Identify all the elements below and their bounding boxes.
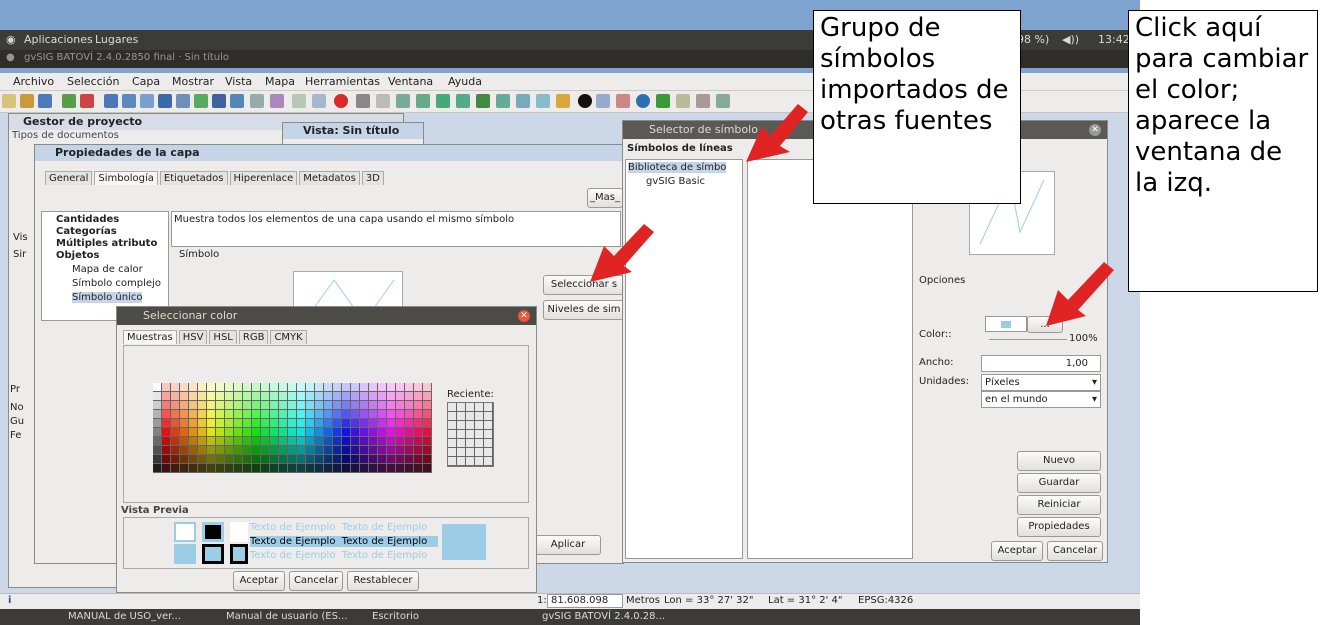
- arrow-to-select-symbol: [590, 224, 654, 282]
- arrow-to-library: [746, 104, 808, 162]
- annotation-arrows: [590, 104, 1114, 326]
- arrow-to-color-button: [1046, 262, 1114, 326]
